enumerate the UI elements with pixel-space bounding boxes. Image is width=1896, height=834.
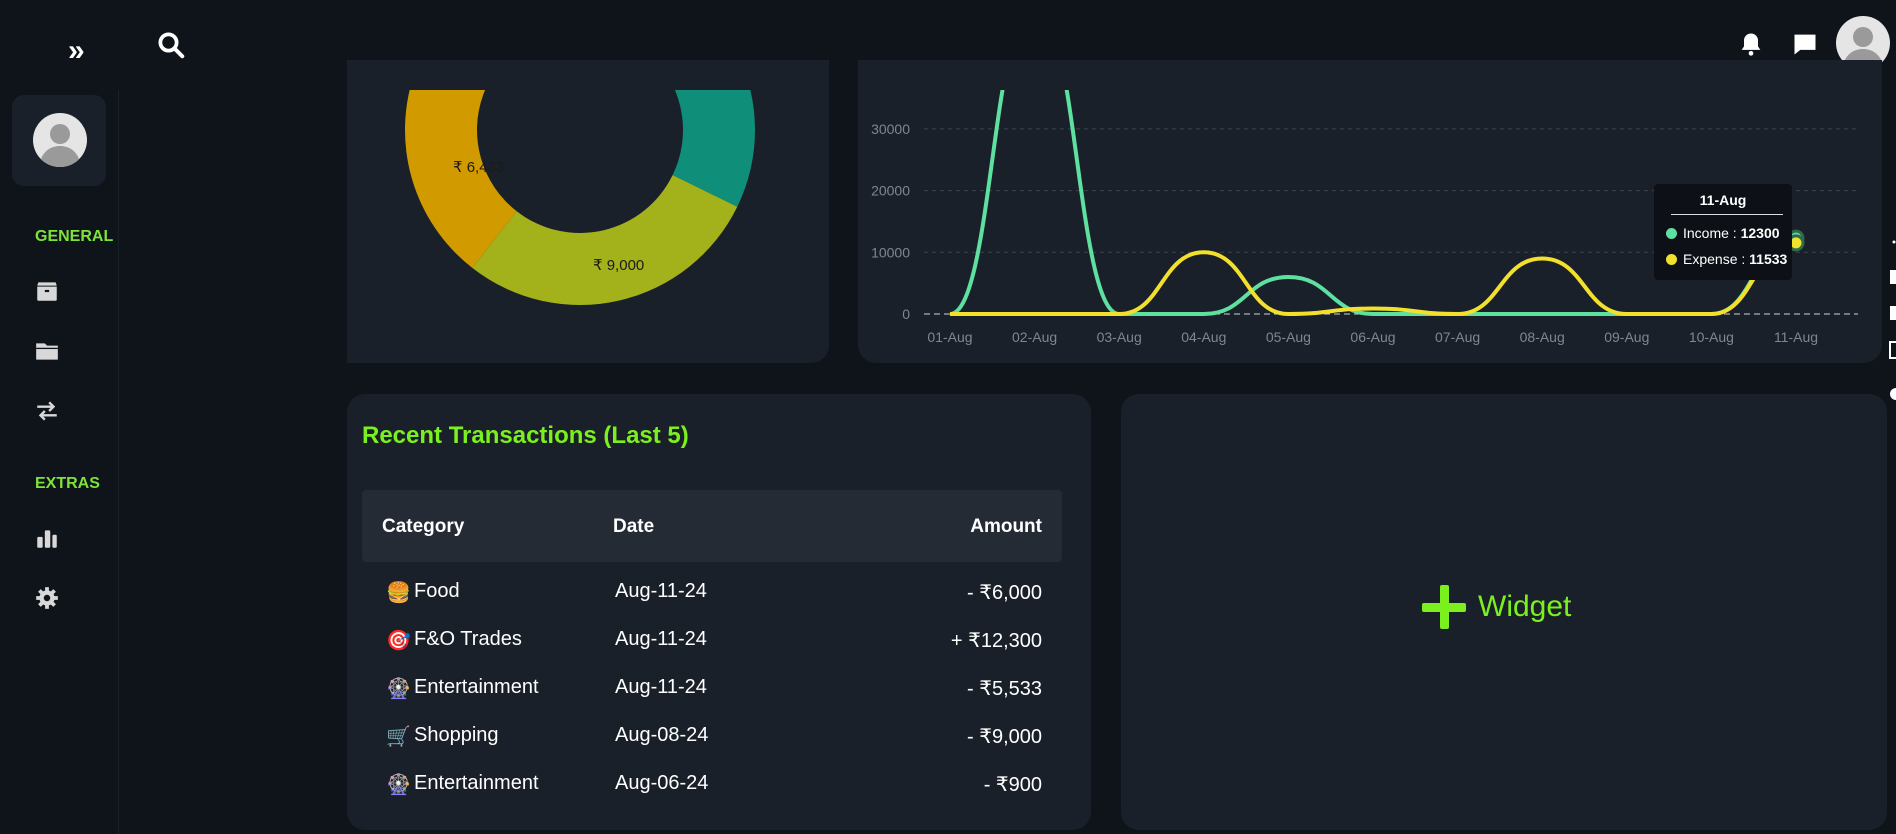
donut-chart: ₹ 6,433 ₹ 9,000: [405, 90, 755, 306]
box-icon[interactable]: [34, 278, 60, 304]
amount-cell: - ₹5,533: [967, 678, 1042, 700]
transactions-card: Recent Transactions (Last 5) Category Da…: [347, 394, 1091, 830]
x-tick-label: 02-Aug: [1012, 329, 1057, 345]
x-tick-label: 11-Aug: [1774, 329, 1818, 345]
date-cell: Aug-08-24: [615, 724, 709, 746]
category-cell: Food: [414, 580, 460, 602]
gear-icon[interactable]: [34, 585, 60, 611]
header-amount: Amount: [970, 516, 1042, 537]
bell-icon[interactable]: [1737, 30, 1765, 58]
y-tick-label: 30000: [871, 121, 910, 137]
table-row[interactable]: 🎡 Entertainment Aug-11-24 - ₹5,533: [362, 664, 1062, 712]
category-cell: Entertainment: [414, 772, 539, 794]
amount-cell: - ₹900: [983, 774, 1042, 796]
tooltip-expense-value: 11533: [1749, 251, 1788, 267]
folder-icon[interactable]: [34, 338, 60, 364]
donut-label: ₹ 6,433: [453, 159, 504, 176]
amount-cell: + ₹12,300: [950, 630, 1042, 652]
x-tick-label: 07-Aug: [1435, 329, 1480, 345]
category-icon: 🎡: [386, 774, 411, 796]
date-cell: Aug-11-24: [615, 676, 707, 698]
category-cell: Entertainment: [414, 676, 539, 698]
tooltip-expense-row: Expense : 11533: [1666, 251, 1787, 267]
y-tick-label: 10000: [871, 244, 910, 260]
x-tick-label: 09-Aug: [1604, 329, 1649, 345]
category-cell: F&O Trades: [414, 628, 522, 650]
tooltip-title: 11-Aug: [1699, 192, 1747, 208]
y-tick-label: 0: [902, 306, 910, 322]
tooltip-expense-label: Expense :: [1683, 251, 1750, 267]
date-cell: Aug-06-24: [615, 772, 709, 794]
x-tick-label: 05-Aug: [1266, 329, 1311, 345]
chart-tooltip: 11-Aug Income : 12300 Expense : 11533: [1654, 184, 1792, 280]
header-date: Date: [613, 516, 655, 537]
search-icon[interactable]: [156, 30, 186, 60]
category-icon: 🍔: [386, 582, 411, 604]
x-tick-label: 04-Aug: [1181, 329, 1226, 345]
bar-chart-icon[interactable]: [34, 525, 60, 551]
tooltip-income-row: Income : 12300: [1666, 225, 1780, 241]
donut-card: ₹ 6,433 ₹ 9,000: [347, 60, 829, 363]
plus-icon: [1422, 585, 1466, 629]
expense-dot: [1666, 254, 1677, 265]
widget-label: Widget: [1478, 590, 1572, 623]
sidebar: » GENERAL EXTRAS: [0, 0, 119, 834]
tooltip-divider: [1671, 214, 1783, 215]
chart-toolbar-edge[interactable]: [1884, 230, 1896, 410]
table-row[interactable]: 🍔 Food Aug-11-24 - ₹6,000: [362, 568, 1062, 616]
category-icon: 🛒: [386, 726, 411, 748]
expand-sidebar-icon[interactable]: »: [68, 36, 85, 66]
transfer-icon[interactable]: [34, 398, 60, 424]
x-tick-label: 03-Aug: [1097, 329, 1142, 345]
header-category: Category: [382, 516, 465, 537]
category-icon: 🎯: [386, 630, 411, 652]
chat-icon[interactable]: [1791, 30, 1819, 58]
transactions-title: Recent Transactions (Last 5): [362, 422, 689, 449]
transactions-table: Category Date Amount 🍔 Food Aug-11-24 - …: [362, 490, 1062, 808]
section-title-general: GENERAL: [35, 228, 114, 245]
table-header: Category Date Amount: [362, 490, 1062, 562]
amount-cell: - ₹6,000: [967, 582, 1042, 604]
y-tick-label: 20000: [871, 183, 910, 199]
donut-slice: [472, 175, 738, 306]
table-row[interactable]: 🎡 Entertainment Aug-06-24 - ₹900: [362, 760, 1062, 808]
table-row[interactable]: 🛒 Shopping Aug-08-24 - ₹9,000: [362, 712, 1062, 760]
category-cell: Shopping: [414, 724, 499, 746]
donut-label: ₹ 9,000: [593, 257, 644, 274]
tooltip-income-label: Income :: [1683, 225, 1741, 241]
income-dot: [1666, 228, 1677, 239]
widget-card: Widget: [1121, 394, 1887, 830]
x-tick-label: 08-Aug: [1520, 329, 1565, 345]
amount-cell: - ₹9,000: [967, 726, 1042, 748]
x-tick-label: 01-Aug: [927, 329, 972, 345]
category-icon: 🎡: [386, 678, 411, 700]
x-tick-label: 06-Aug: [1350, 329, 1395, 345]
date-cell: Aug-11-24: [615, 580, 707, 602]
line-chart-card: 0 10000 20000 30000 01-Aug 02-Aug 03-Aug 04-Aug…: [858, 60, 1882, 363]
date-cell: Aug-11-24: [615, 628, 707, 650]
profile-card[interactable]: [12, 95, 106, 186]
section-title-extras: EXTRAS: [35, 475, 100, 492]
add-widget-button[interactable]: Widget: [1422, 585, 1571, 629]
table-row[interactable]: 🎯 F&O Trades Aug-11-24 + ₹12,300: [362, 616, 1062, 664]
avatar: [33, 113, 87, 167]
tooltip-income-value: 12300: [1740, 225, 1780, 241]
x-tick-label: 10-Aug: [1689, 329, 1734, 345]
